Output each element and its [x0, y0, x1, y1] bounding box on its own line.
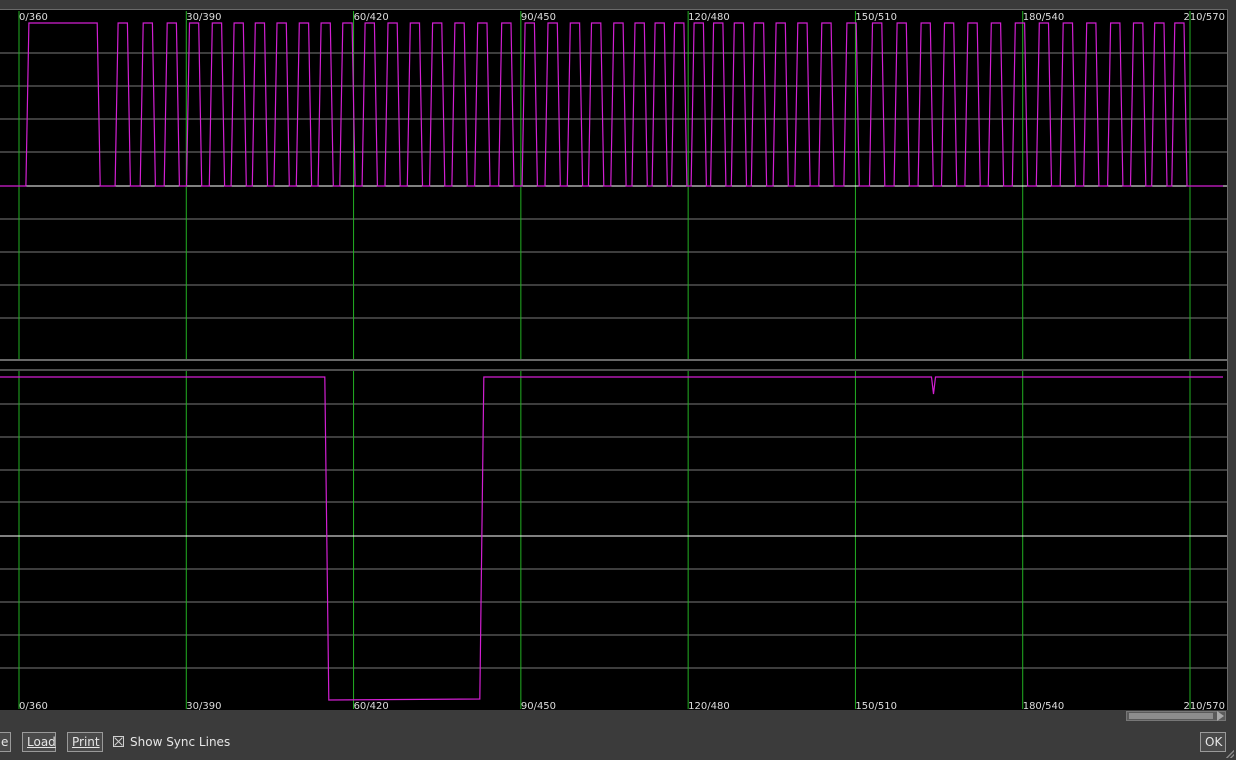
tick-label: 0/360 [19, 12, 48, 23]
show-sync-lines-checkbox[interactable]: Show Sync Lines [113, 734, 230, 750]
trace-2 [0, 376, 1223, 701]
tick-label: 120/480 [688, 12, 730, 23]
scroll-right-arrow-icon[interactable] [1217, 711, 1224, 721]
scope-display: 0/360 0/360 30/390 30/390 60/420 60/420 90/450… [0, 9, 1228, 710]
print-button[interactable]: Print [67, 732, 103, 752]
tick-label: 30/390 [186, 701, 221, 710]
tick-label: 60/420 [354, 701, 389, 710]
tick-label: 30/390 [186, 12, 221, 23]
tick-label: 210/570 [1183, 12, 1225, 23]
trace-1 [0, 22, 1223, 187]
tick-label: 210/570 [1183, 701, 1225, 710]
tick-label: 90/450 [521, 12, 556, 23]
tick-label: 180/540 [1023, 701, 1065, 710]
tick-label: 0/360 [19, 701, 48, 710]
ok-button[interactable]: OK [1200, 732, 1226, 752]
tick-label: 180/540 [1023, 12, 1065, 23]
tick-label: 90/450 [521, 701, 556, 710]
tick-label: 150/510 [855, 701, 897, 710]
resize-grip-icon[interactable] [1226, 750, 1234, 758]
checkbox-checked-icon[interactable] [113, 736, 124, 747]
show-sync-lines-label: Show Sync Lines [130, 735, 231, 749]
save-button[interactable]: e [0, 732, 11, 752]
horizontal-scrollbar[interactable] [1126, 711, 1226, 721]
tick-label: 60/420 [354, 12, 389, 23]
scrollbar-thumb[interactable] [1129, 713, 1213, 719]
tick-label: 150/510 [855, 12, 897, 23]
scope-svg: 0/360 0/360 30/390 30/390 60/420 60/420 90/450… [0, 11, 1227, 710]
load-button[interactable]: Load [22, 732, 56, 752]
tick-label: 120/480 [688, 701, 730, 710]
